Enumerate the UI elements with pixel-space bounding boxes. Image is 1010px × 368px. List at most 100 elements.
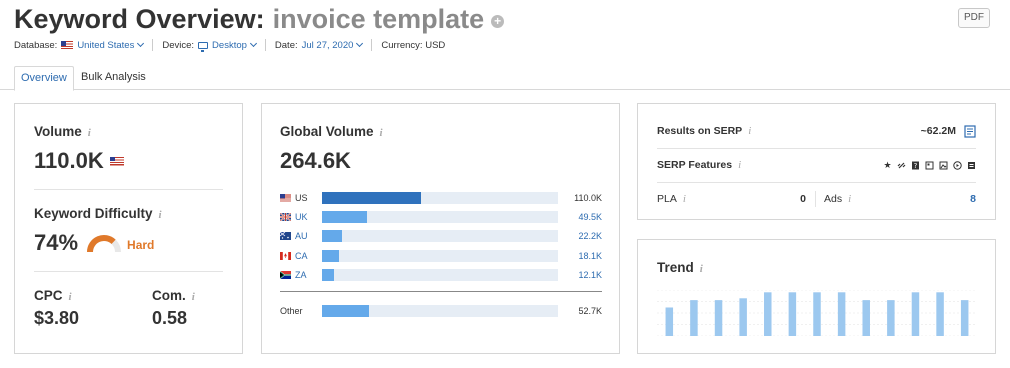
us-flag-icon	[280, 194, 291, 202]
country-volume-value[interactable]: 18.1K	[578, 251, 602, 261]
ca-flag-icon	[280, 252, 291, 260]
country-row-au[interactable]: AU 22.2K	[280, 229, 602, 243]
country-code[interactable]: UK	[295, 212, 325, 222]
info-icon[interactable]: i	[848, 193, 851, 205]
desktop-icon	[198, 41, 209, 52]
competition-label: Com.	[152, 288, 186, 303]
pdf-button[interactable]: PDF	[958, 8, 990, 28]
trend-bar[interactable]	[690, 300, 698, 336]
info-icon[interactable]: i	[69, 291, 72, 303]
trend-bar[interactable]	[862, 300, 870, 336]
trend-bar[interactable]	[936, 292, 944, 336]
chevron-down-icon	[356, 39, 364, 48]
serp-feature-icons: ★ ?	[883, 160, 976, 170]
serp-card: Results on SERP i ~62.2M SERP Features i ★…	[637, 103, 996, 220]
info-icon[interactable]: i	[159, 209, 162, 221]
results-on-serp-value: ~62.2M	[920, 125, 956, 137]
database-label: Database:	[14, 39, 58, 51]
question-icon[interactable]: ?	[911, 161, 920, 170]
info-icon[interactable]: i	[700, 263, 703, 275]
country-volume-value[interactable]: 12.1K	[578, 270, 602, 280]
info-icon[interactable]: i	[380, 127, 383, 139]
volume-bar-track	[322, 305, 558, 317]
date-value: Jul 27, 2020	[301, 39, 354, 51]
people-also-ask-icon[interactable]	[967, 161, 976, 170]
image-icon[interactable]	[939, 161, 948, 170]
country-row-za[interactable]: ZA 12.1K	[280, 268, 602, 282]
divider	[34, 189, 223, 190]
link-icon[interactable]	[897, 161, 906, 170]
country-code[interactable]: AU	[295, 231, 325, 241]
serp-features-label: SERP Features	[657, 159, 733, 171]
tab-overview[interactable]: Overview	[14, 66, 74, 91]
kd-value-row: 74% Hard	[34, 230, 154, 256]
country-code[interactable]: ZA	[295, 270, 325, 280]
ads-label: Ads	[824, 193, 843, 205]
volume-value-row: 110.0K	[34, 148, 124, 174]
keyword-difficulty-label: Keyword Difficulty	[34, 206, 153, 221]
country-row-uk[interactable]: UK 49.5K	[280, 210, 602, 224]
country-code[interactable]: CA	[295, 251, 325, 261]
country-code: US	[295, 193, 308, 203]
country-row-us[interactable]: US 110.0K	[280, 191, 602, 205]
database-filter[interactable]: Database: United States	[14, 39, 145, 51]
global-volume-card: Global Volume i 264.6K US 110.0K UK 49.5K AU 2…	[261, 103, 620, 354]
serp-report-icon[interactable]	[964, 124, 976, 138]
trend-bar[interactable]	[911, 292, 920, 336]
ads-value[interactable]: 8	[970, 193, 976, 205]
trend-bar[interactable]	[788, 292, 797, 336]
divider	[657, 148, 976, 149]
cpc-label: CPC	[34, 288, 63, 303]
volume-bar-track	[322, 250, 558, 262]
trend-bar[interactable]	[837, 292, 846, 336]
keyword-title: invoice template	[272, 4, 485, 34]
serp-features-row: SERP Features i ★ ?	[657, 157, 976, 173]
volume-label: Volume	[34, 124, 82, 139]
country-volume-value[interactable]: 49.5K	[578, 212, 602, 222]
star-icon[interactable]: ★	[883, 160, 892, 170]
country-row-ca[interactable]: CA 18.1K	[280, 249, 602, 263]
info-icon[interactable]: i	[748, 125, 751, 137]
date-filter[interactable]: Date: Jul 27, 2020	[275, 39, 364, 51]
country-volume-value[interactable]: 22.2K	[578, 231, 602, 241]
trend-title-row: Trend i	[657, 260, 703, 275]
trend-bar[interactable]	[887, 300, 895, 336]
global-volume-total: 264.6K	[280, 148, 351, 173]
trend-card: Trend i	[637, 239, 996, 354]
svg-text:?: ?	[914, 162, 918, 170]
volume-bar-track	[322, 192, 558, 204]
trend-bar[interactable]	[665, 307, 674, 336]
trend-bar[interactable]	[960, 300, 969, 336]
difficulty-rating: Hard	[127, 238, 155, 252]
pla-row: PLA i 0	[657, 191, 806, 207]
device-filter[interactable]: Device: Desktop	[162, 40, 257, 52]
info-icon[interactable]: i	[683, 193, 686, 205]
results-on-serp-row: Results on SERP i ~62.2M	[657, 123, 976, 139]
trend-bar[interactable]	[764, 292, 772, 336]
pla-label: PLA	[657, 193, 677, 205]
add-icon[interactable]: +	[491, 14, 505, 28]
keyword-difficulty-value: 74%	[34, 230, 79, 255]
currency-label: Currency:	[381, 39, 423, 51]
country-row-other: Other 52.7K	[280, 304, 602, 318]
info-icon[interactable]: i	[192, 291, 195, 303]
page-title-row: Keyword Overview: invoice template +	[14, 4, 505, 35]
trend-bar[interactable]	[739, 298, 747, 336]
info-icon[interactable]: i	[738, 159, 741, 171]
news-icon[interactable]	[925, 161, 934, 170]
trend-bar[interactable]	[813, 292, 821, 336]
volume-bar-track	[322, 211, 558, 223]
database-value: United States	[77, 39, 135, 51]
video-icon[interactable]	[953, 160, 962, 170]
trend-bar[interactable]	[714, 300, 723, 336]
global-volume-title-row: Global Volume i	[280, 124, 383, 139]
global-volume-title: Global Volume	[280, 124, 374, 139]
chevron-down-icon	[137, 39, 145, 48]
tab-bulk-analysis[interactable]: Bulk Analysis	[75, 66, 152, 90]
info-icon[interactable]: i	[88, 127, 91, 139]
volume-bar-track	[322, 230, 558, 242]
country-volume-value: 52.7K	[578, 306, 602, 316]
divider	[657, 182, 976, 183]
us-flag-icon	[61, 41, 74, 49]
divider	[34, 271, 223, 272]
